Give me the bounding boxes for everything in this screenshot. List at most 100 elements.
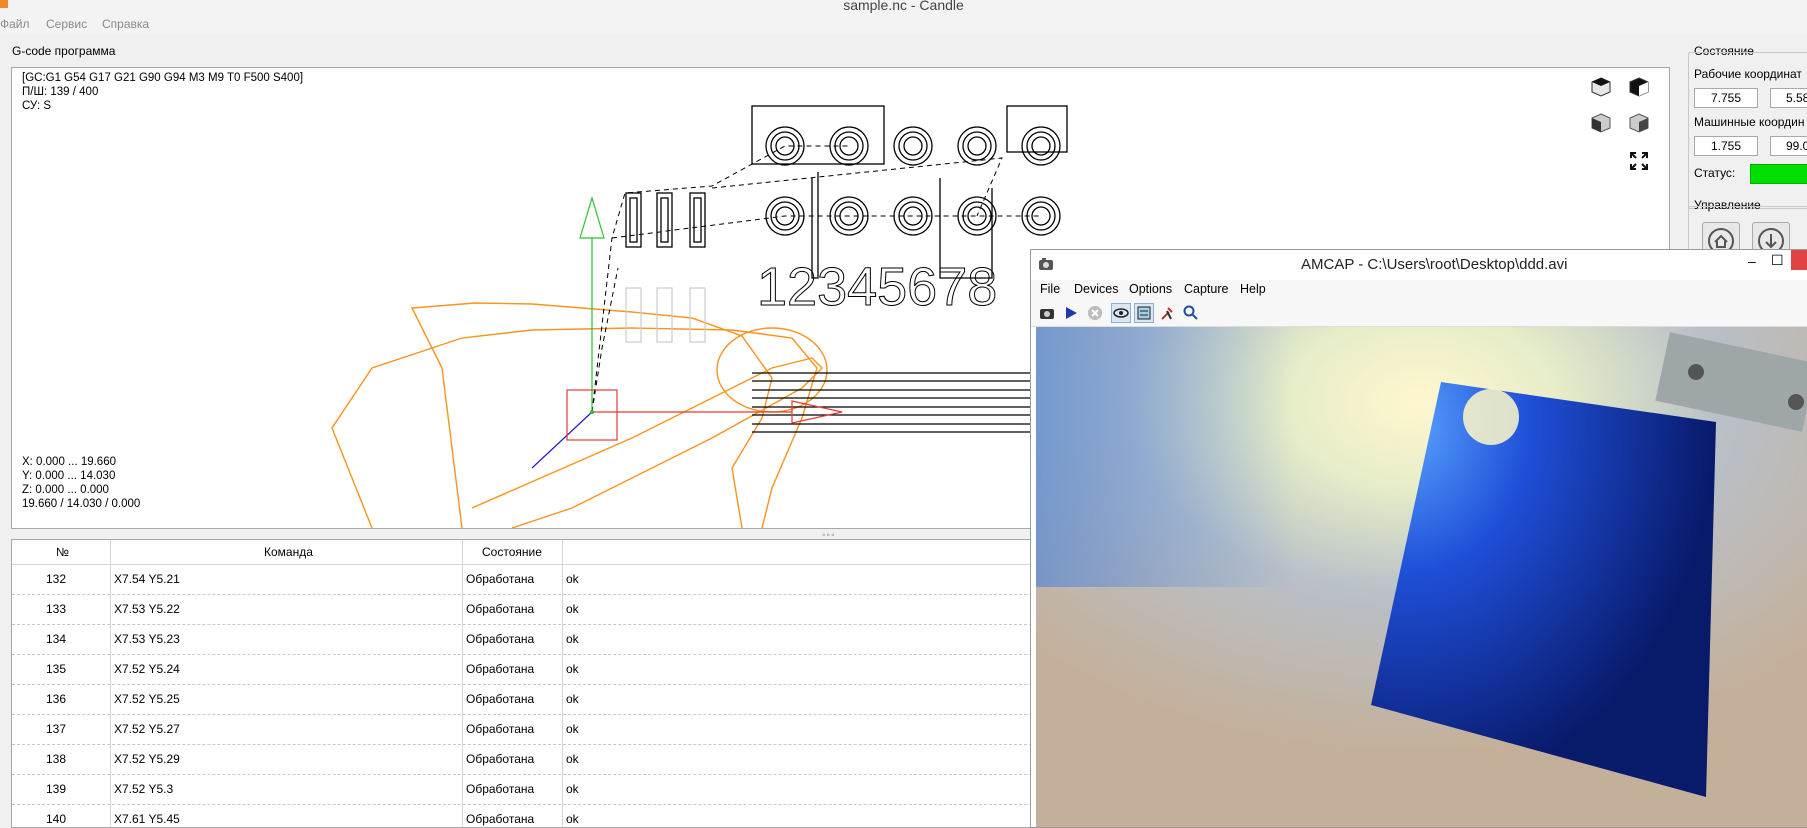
- table-row[interactable]: 136 X7.52 Y5.25 Обработана ok: [12, 684, 1032, 715]
- iso-view-icon[interactable]: [1590, 76, 1616, 102]
- row-number: 135: [46, 662, 67, 676]
- status-line-progress: П/Ш: 139 / 400: [22, 86, 99, 98]
- row-number: 134: [46, 632, 67, 646]
- row-command: X7.52 Y5.3: [114, 782, 174, 796]
- status-indicator: R: [1750, 164, 1807, 184]
- engraved-text: 12345678: [757, 257, 997, 317]
- camera-preview-video: [1036, 327, 1807, 827]
- row-number: 132: [46, 572, 67, 586]
- row-command: X7.52 Y5.29: [114, 752, 180, 766]
- table-row[interactable]: 134 X7.53 Y5.23 Обработана ok: [12, 624, 1032, 655]
- amcap-camera-icon: [1039, 258, 1053, 270]
- play-icon[interactable]: [1061, 303, 1081, 323]
- axes: [531, 195, 843, 469]
- row-response: ok: [566, 602, 579, 616]
- menu-bar: Файл Сервис Справка: [0, 14, 1807, 34]
- amcap-titlebar: AMCAP - C:\Users\root\Desktop\ddd.avi – …: [1031, 250, 1807, 280]
- row-response: ok: [566, 722, 579, 736]
- work-coords-label: Рабочие координат: [1694, 67, 1802, 81]
- row-number: 136: [46, 692, 67, 706]
- row-number: 140: [46, 812, 67, 826]
- row-response: ok: [566, 662, 579, 676]
- stop-icon[interactable]: [1085, 303, 1105, 323]
- amcap-close-button[interactable]: [1791, 250, 1807, 270]
- amcap-maximize-button[interactable]: ☐: [1771, 252, 1784, 269]
- window-title: sample.nc - Candle: [843, 0, 964, 13]
- row-response: ok: [566, 782, 579, 796]
- row-state: Обработана: [466, 692, 535, 706]
- table-row[interactable]: 137 X7.52 Y5.27 Обработана ok: [12, 714, 1032, 745]
- row-number: 138: [46, 752, 67, 766]
- bounds-z: Z: 0.000 ... 0.000: [22, 484, 109, 496]
- menu-service[interactable]: Сервис: [46, 17, 87, 31]
- table-row[interactable]: 133 X7.53 Y5.22 Обработана ok: [12, 594, 1032, 625]
- col-state[interactable]: Состояние: [482, 545, 542, 559]
- row-response: ok: [566, 692, 579, 706]
- table-row[interactable]: 132 X7.54 Y5.21 Обработана ok: [12, 564, 1032, 595]
- left-view-icon[interactable]: [1628, 112, 1654, 138]
- row-state: Обработана: [466, 812, 535, 826]
- table-row[interactable]: 135 X7.52 Y5.24 Обработана ok: [12, 654, 1032, 685]
- menu-help[interactable]: Справка: [102, 17, 149, 31]
- window-titlebar: sample.nc - Candle: [0, 0, 1807, 14]
- machine-coords-label: Машинные координ: [1694, 115, 1805, 129]
- row-response: ok: [566, 812, 579, 826]
- bounds-y: Y: 0.000 ... 14.030: [22, 470, 116, 482]
- amcap-menu-capture[interactable]: Capture: [1184, 282, 1228, 296]
- row-response: ok: [566, 632, 579, 646]
- status-label: Статус:: [1694, 166, 1736, 180]
- amcap-menu-devices[interactable]: Devices: [1074, 282, 1118, 296]
- table-row[interactable]: 139 X7.52 Y5.3 Обработана ok: [12, 774, 1032, 805]
- machine-y-field: 99.08: [1770, 136, 1807, 156]
- amcap-menu-options[interactable]: Options: [1129, 282, 1172, 296]
- row-command: X7.53 Y5.23: [114, 632, 180, 646]
- status-line-cs: СУ: S: [22, 100, 52, 112]
- table-header: № Команда Состояние: [12, 540, 1032, 565]
- row-response: ok: [566, 572, 579, 586]
- row-state: Обработана: [466, 602, 535, 616]
- preview-eye-icon[interactable]: [1111, 303, 1131, 323]
- row-command: X7.52 Y5.27: [114, 722, 180, 736]
- amcap-menu-file[interactable]: File: [1040, 282, 1060, 296]
- amcap-menubar: File Devices Options Capture Help: [1031, 280, 1807, 300]
- row-number: 133: [46, 602, 67, 616]
- row-response: ok: [566, 752, 579, 766]
- command-table: № Команда Состояние 132 X7.54 Y5.21 Обрабо…: [11, 539, 1033, 828]
- zoom-icon[interactable]: [1181, 303, 1201, 323]
- menu-file[interactable]: Файл: [0, 17, 30, 31]
- tools-icon[interactable]: [1157, 303, 1177, 323]
- fit-view-icon[interactable]: [1628, 150, 1654, 176]
- table-row[interactable]: 138 X7.52 Y5.29 Обработана ok: [12, 744, 1032, 775]
- amcap-toolbar: [1031, 300, 1807, 327]
- status-line-gc: [GC:G1 G54 G17 G21 G90 G94 M3 M9 T0 F500…: [22, 72, 304, 84]
- col-number[interactable]: №: [56, 545, 69, 559]
- front-view-icon[interactable]: [1590, 112, 1616, 138]
- row-number: 139: [46, 782, 67, 796]
- gcode-panel-label: G-code программа: [12, 44, 116, 58]
- amcap-title-text: AMCAP - C:\Users\root\Desktop\ddd.avi: [1301, 256, 1568, 273]
- row-command: X7.53 Y5.22: [114, 602, 180, 616]
- bounds-x: X: 0.000 ... 19.660: [22, 456, 116, 468]
- row-state: Обработана: [466, 662, 535, 676]
- amcap-window: AMCAP - C:\Users\root\Desktop\ddd.avi – …: [1030, 249, 1807, 828]
- row-command: X7.61 Y5.45: [114, 812, 180, 826]
- row-state: Обработана: [466, 722, 535, 736]
- work-y-field: 5.580: [1770, 88, 1807, 108]
- col-command[interactable]: Команда: [264, 545, 313, 559]
- row-state: Обработана: [466, 632, 535, 646]
- table-row[interactable]: 140 X7.61 Y5.45 Обработана ok: [12, 804, 1032, 827]
- row-command: X7.52 Y5.24: [114, 662, 180, 676]
- frame-icon[interactable]: [1134, 303, 1154, 323]
- row-state: Обработана: [466, 782, 535, 796]
- row-number: 137: [46, 722, 67, 736]
- machine-x-field: 1.755: [1694, 136, 1758, 156]
- work-x-field: 7.755: [1694, 88, 1758, 108]
- row-command: X7.54 Y5.21: [114, 572, 180, 586]
- top-view-icon[interactable]: [1628, 76, 1654, 102]
- bounds-size: 19.660 / 14.030 / 0.000: [22, 498, 141, 510]
- row-state: Обработана: [466, 752, 535, 766]
- amcap-minimize-button[interactable]: –: [1748, 253, 1756, 269]
- camera-icon[interactable]: [1037, 303, 1057, 323]
- amcap-menu-help[interactable]: Help: [1240, 282, 1266, 296]
- row-command: X7.52 Y5.25: [114, 692, 180, 706]
